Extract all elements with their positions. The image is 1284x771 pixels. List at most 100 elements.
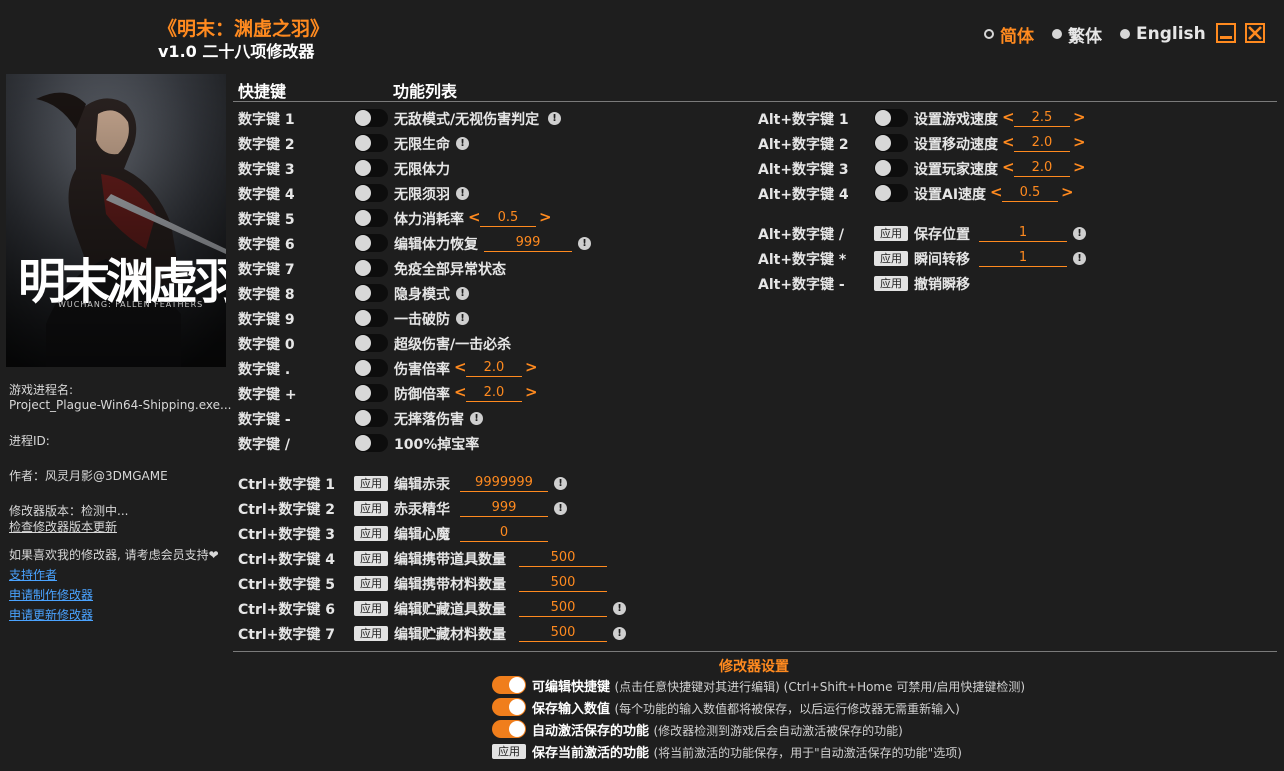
hotkey-label[interactable]: 数字键 / — [238, 434, 290, 454]
hotkey-label[interactable]: Alt+数字键 2 — [758, 134, 849, 154]
hotkey-label[interactable]: Alt+数字键 4 — [758, 184, 849, 204]
info-icon[interactable]: ! — [548, 112, 561, 125]
info-icon[interactable]: ! — [613, 627, 626, 640]
apply-button[interactable]: 应用 — [354, 576, 388, 591]
hotkey-label[interactable]: Alt+数字键 1 — [758, 109, 849, 129]
value-input[interactable]: 500 — [519, 549, 607, 567]
hotkey-label[interactable]: Alt+数字键 / — [758, 224, 844, 244]
feature-toggle[interactable] — [354, 134, 388, 152]
info-icon[interactable]: ! — [554, 502, 567, 515]
setting-toggle[interactable] — [492, 720, 526, 738]
info-icon[interactable]: ! — [456, 312, 469, 325]
value-input[interactable]: 2.0 — [1014, 134, 1070, 152]
value-input[interactable]: 2.0 — [466, 359, 522, 377]
lang-simplified[interactable]: 简体 — [984, 22, 1034, 47]
close-icon[interactable] — [1245, 23, 1265, 43]
feature-toggle[interactable] — [874, 184, 908, 202]
decrease-arrow-icon[interactable]: < — [1002, 134, 1015, 151]
info-icon[interactable]: ! — [1073, 252, 1086, 265]
lang-english[interactable]: English — [1120, 22, 1206, 46]
hotkey-label[interactable]: 数字键 + — [238, 384, 297, 404]
minimize-icon[interactable] — [1216, 23, 1236, 43]
hotkey-label[interactable]: Alt+数字键 - — [758, 274, 845, 294]
save-active-apply-button[interactable]: 应用 — [492, 744, 526, 759]
apply-button[interactable]: 应用 — [874, 226, 908, 241]
feature-toggle[interactable] — [354, 434, 388, 452]
apply-button[interactable]: 应用 — [354, 526, 388, 541]
feature-toggle[interactable] — [354, 409, 388, 427]
info-icon[interactable]: ! — [554, 477, 567, 490]
value-input[interactable]: 500 — [519, 599, 607, 617]
hotkey-label[interactable]: 数字键 0 — [238, 334, 295, 354]
info-icon[interactable]: ! — [456, 137, 469, 150]
apply-button[interactable]: 应用 — [354, 601, 388, 616]
feature-toggle[interactable] — [354, 384, 388, 402]
check-update-link[interactable]: 检查修改器版本更新 — [9, 518, 117, 535]
info-icon[interactable]: ! — [470, 412, 483, 425]
hotkey-label[interactable]: 数字键 1 — [238, 109, 295, 129]
hotkey-label[interactable]: Ctrl+数字键 7 — [238, 624, 335, 644]
hotkey-label[interactable]: Ctrl+数字键 4 — [238, 549, 335, 569]
hotkey-label[interactable]: 数字键 5 — [238, 209, 295, 229]
hotkey-label[interactable]: Alt+数字键 3 — [758, 159, 849, 179]
hotkey-label[interactable]: 数字键 8 — [238, 284, 295, 304]
hotkey-label[interactable]: Alt+数字键 * — [758, 249, 846, 269]
lang-traditional[interactable]: 繁体 — [1052, 22, 1102, 47]
feature-toggle[interactable] — [354, 334, 388, 352]
value-input[interactable]: 1 — [979, 224, 1067, 242]
value-input[interactable]: 0.5 — [1002, 184, 1058, 202]
request-update-link[interactable]: 申请更新修改器 — [9, 606, 93, 623]
feature-toggle[interactable] — [354, 359, 388, 377]
feature-toggle[interactable] — [874, 159, 908, 177]
feature-toggle[interactable] — [354, 234, 388, 252]
hotkey-label[interactable]: Ctrl+数字键 5 — [238, 574, 335, 594]
hotkey-label[interactable]: 数字键 3 — [238, 159, 295, 179]
feature-toggle[interactable] — [354, 309, 388, 327]
hotkey-label[interactable]: Ctrl+数字键 6 — [238, 599, 335, 619]
value-input[interactable]: 0 — [460, 524, 548, 542]
value-input[interactable]: 0.5 — [480, 209, 536, 227]
feature-toggle[interactable] — [354, 159, 388, 177]
increase-arrow-icon[interactable]: > — [1073, 109, 1086, 126]
value-input[interactable]: 500 — [519, 574, 607, 592]
value-input[interactable]: 9999999 — [460, 474, 548, 492]
value-input[interactable]: 2.0 — [1014, 159, 1070, 177]
increase-arrow-icon[interactable]: > — [1073, 159, 1086, 176]
hotkey-label[interactable]: Ctrl+数字键 2 — [238, 499, 335, 519]
decrease-arrow-icon[interactable]: < — [1002, 159, 1015, 176]
hotkey-label[interactable]: 数字键 6 — [238, 234, 295, 254]
feature-toggle[interactable] — [354, 109, 388, 127]
hotkey-label[interactable]: 数字键 - — [238, 409, 291, 429]
hotkey-label[interactable]: 数字键 7 — [238, 259, 295, 279]
apply-button[interactable]: 应用 — [874, 251, 908, 266]
feature-toggle[interactable] — [354, 284, 388, 302]
decrease-arrow-icon[interactable]: < — [1002, 109, 1015, 126]
feature-toggle[interactable] — [354, 209, 388, 227]
apply-button[interactable]: 应用 — [354, 626, 388, 641]
value-input[interactable]: 999 — [460, 499, 548, 517]
decrease-arrow-icon[interactable]: < — [990, 184, 1003, 201]
hotkey-label[interactable]: 数字键 4 — [238, 184, 295, 204]
increase-arrow-icon[interactable]: > — [525, 384, 538, 401]
setting-toggle[interactable] — [492, 676, 526, 694]
hotkey-label[interactable]: 数字键 2 — [238, 134, 295, 154]
info-icon[interactable]: ! — [1073, 227, 1086, 240]
increase-arrow-icon[interactable]: > — [525, 359, 538, 376]
decrease-arrow-icon[interactable]: < — [468, 209, 481, 226]
value-input[interactable]: 2.0 — [466, 384, 522, 402]
hotkey-label[interactable]: 数字键 . — [238, 359, 290, 379]
info-icon[interactable]: ! — [456, 287, 469, 300]
info-icon[interactable]: ! — [613, 602, 626, 615]
feature-toggle[interactable] — [354, 259, 388, 277]
value-input[interactable]: 2.5 — [1014, 109, 1070, 127]
apply-button[interactable]: 应用 — [874, 276, 908, 291]
increase-arrow-icon[interactable]: > — [539, 209, 552, 226]
increase-arrow-icon[interactable]: > — [1073, 134, 1086, 151]
hotkey-label[interactable]: 数字键 9 — [238, 309, 295, 329]
feature-toggle[interactable] — [874, 109, 908, 127]
decrease-arrow-icon[interactable]: < — [454, 359, 467, 376]
decrease-arrow-icon[interactable]: < — [454, 384, 467, 401]
feature-toggle[interactable] — [874, 134, 908, 152]
support-author-link[interactable]: 支持作者 — [9, 566, 57, 583]
increase-arrow-icon[interactable]: > — [1061, 184, 1074, 201]
